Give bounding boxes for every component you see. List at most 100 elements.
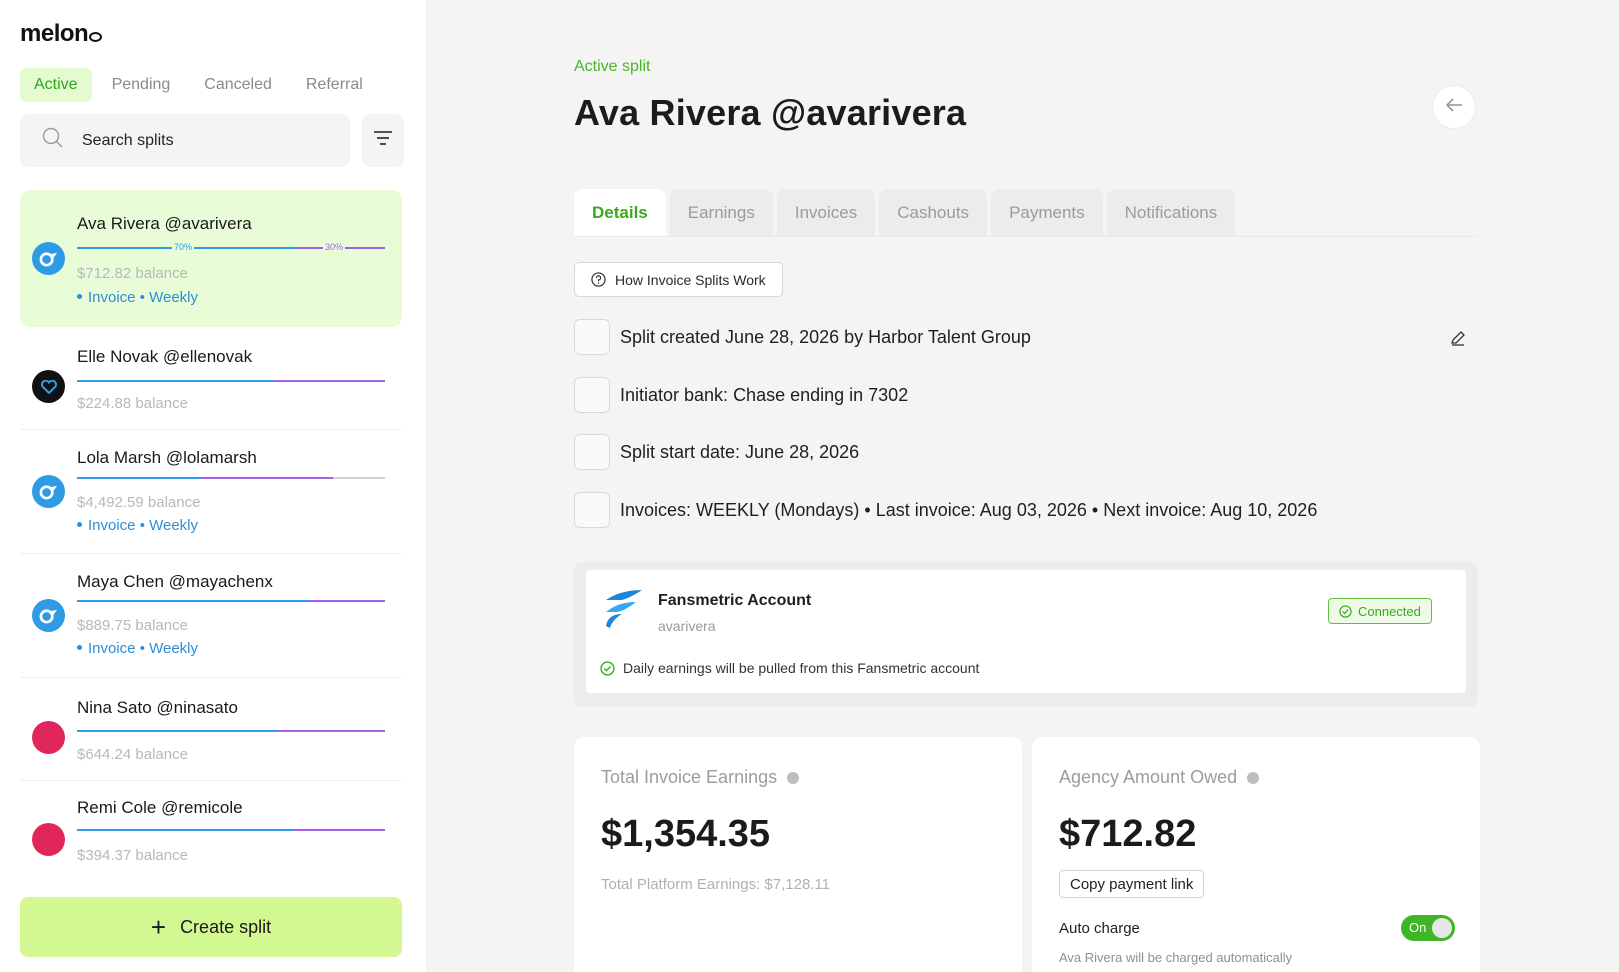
onlyfans-logo-icon <box>39 609 58 624</box>
avatar <box>32 823 65 856</box>
tab-earnings[interactable]: Earnings <box>669 189 773 236</box>
split-name: Elle Novak @ellenovak <box>77 347 253 366</box>
melon-logo[interactable]: melon <box>20 20 103 48</box>
onlyfans-logo-icon <box>39 485 58 500</box>
status-tab-referral[interactable]: Referral <box>292 68 377 102</box>
split-balance: $394.37 balance <box>77 847 188 864</box>
split-progress-bar <box>77 600 385 602</box>
check-circle-icon <box>1339 604 1352 618</box>
edit-icon[interactable] <box>1450 330 1466 351</box>
detail-row-created: Split created June 28, 2026 by Harbor Ta… <box>574 319 1031 355</box>
avatar <box>32 242 65 275</box>
split-card-ava-rivera[interactable]: Ava Rivera @avarivera 70% 30% $712.82 ba… <box>20 190 402 327</box>
search-input[interactable] <box>82 131 322 150</box>
arrow-left-icon <box>1445 97 1463 118</box>
status-tab-pending[interactable]: Pending <box>98 68 185 102</box>
fansmetric-logo-icon <box>600 586 644 635</box>
split-card-maya-chen[interactable]: Maya Chen @mayachenx $889.75 balance Inv… <box>20 554 402 678</box>
tab-invoices[interactable]: Invoices <box>776 189 876 236</box>
split-progress-bar <box>77 829 385 831</box>
status-tabs: Active Pending Canceled Referral <box>20 68 377 102</box>
heart-logo-icon <box>40 379 57 394</box>
tab-details[interactable]: Details <box>574 189 666 236</box>
split-balance: $712.82 balance <box>77 265 188 282</box>
tab-cashouts[interactable]: Cashouts <box>879 189 988 236</box>
auto-charge-toggle[interactable]: On <box>1401 915 1455 941</box>
split-progress-bar <box>77 380 385 382</box>
page-title: Ava Rivera @avarivera <box>574 92 967 133</box>
avatar <box>32 475 65 508</box>
help-circle-icon <box>591 272 606 287</box>
split-balance: $889.75 balance <box>77 617 188 634</box>
stat-label: Total Invoice Earnings <box>601 767 800 788</box>
avatar <box>32 721 65 754</box>
info-icon[interactable] <box>787 771 800 784</box>
fansmetric-account-card: Fansmetric Account avarivera Connected D… <box>586 570 1466 693</box>
split-tags: Invoice • Weekly <box>77 289 198 306</box>
split-card-elle-novak[interactable]: Elle Novak @ellenovak $224.88 balance <box>20 327 402 430</box>
split-name: Ava Rivera @avarivera <box>77 214 252 233</box>
copy-payment-link-button[interactable]: Copy payment link <box>1059 870 1205 898</box>
fansmetric-username: avarivera <box>658 618 716 634</box>
search-box <box>20 114 350 167</box>
stat-value: $712.82 <box>1059 813 1197 855</box>
split-card-remi-cole[interactable]: Remi Cole @remicole $394.37 balance <box>20 781 402 876</box>
main-content: Active split Ava Rivera @avarivera Detai… <box>426 0 1619 972</box>
plus-icon: + <box>150 912 167 942</box>
tab-payments[interactable]: Payments <box>991 189 1103 236</box>
seed-icon <box>89 32 103 42</box>
detail-row-start-date: Split start date: June 28, 2026 <box>574 434 859 470</box>
detail-checkbox[interactable] <box>574 492 610 528</box>
split-progress-bar <box>77 477 385 479</box>
split-balance: $644.24 balance <box>77 746 188 763</box>
split-card-nina-sato[interactable]: Nina Sato @ninasato $644.24 balance <box>20 678 402 781</box>
onlyfans-logo-icon <box>39 252 58 267</box>
info-icon[interactable] <box>1247 771 1260 784</box>
split-progress-bar <box>77 730 385 732</box>
avatar <box>32 599 65 632</box>
split-name: Lola Marsh @lolamarsh <box>77 448 257 467</box>
create-split-button[interactable]: + Create split <box>20 897 402 957</box>
fansmetric-title: Fansmetric Account <box>658 592 812 609</box>
filter-button[interactable] <box>362 114 404 167</box>
detail-row-invoices: Invoices: WEEKLY (Mondays) • Last invoic… <box>574 492 1317 528</box>
auto-charge-label: Auto charge <box>1059 920 1140 937</box>
stat-label: Agency Amount Owed <box>1059 767 1260 788</box>
detail-checkbox[interactable] <box>574 319 610 355</box>
how-invoice-splits-work-button[interactable]: How Invoice Splits Work <box>574 262 783 297</box>
split-name: Maya Chen @mayachenx <box>77 572 273 591</box>
detail-checkbox[interactable] <box>574 434 610 470</box>
split-progress-bar: 70% 30% <box>77 242 385 252</box>
split-status-label: Active split <box>574 58 651 75</box>
split-balance: $224.88 balance <box>77 395 188 412</box>
split-percent-b: 30% <box>323 242 346 252</box>
split-card-lola-marsh[interactable]: Lola Marsh @lolamarsh $4,492.59 balance … <box>20 430 402 554</box>
split-tags: Invoice • Weekly <box>77 640 198 657</box>
avatar <box>32 370 65 403</box>
detail-row-bank: Initiator bank: Chase ending in 7302 <box>574 377 908 413</box>
check-circle-icon <box>600 660 615 676</box>
tab-notifications[interactable]: Notifications <box>1106 189 1236 236</box>
split-balance: $4,492.59 balance <box>77 494 201 511</box>
sidebar: melon Active Pending Canceled Referral A… <box>0 0 426 972</box>
status-tab-canceled[interactable]: Canceled <box>190 68 286 102</box>
filter-icon <box>374 131 392 150</box>
fansmetric-note: Daily earnings will be pulled from this … <box>600 660 979 676</box>
split-percent-a: 70% <box>172 242 195 252</box>
detail-tabs: Details Earnings Invoices Cashouts Payme… <box>574 189 1478 237</box>
fansmetric-section: Fansmetric Account avarivera Connected D… <box>574 562 1478 707</box>
agency-amount-owed-card: Agency Amount Owed $712.82 Copy payment … <box>1032 737 1480 972</box>
detail-checkbox[interactable] <box>574 377 610 413</box>
stat-value: $1,354.35 <box>601 813 771 855</box>
connected-badge: Connected <box>1328 598 1432 624</box>
split-list: Ava Rivera @avarivera 70% 30% $712.82 ba… <box>20 190 402 876</box>
auto-charge-description: Ava Rivera will be charged automatically <box>1059 950 1293 965</box>
search-icon <box>42 127 64 154</box>
split-name: Nina Sato @ninasato <box>77 698 238 717</box>
split-tags: Invoice • Weekly <box>77 517 198 534</box>
split-name: Remi Cole @remicole <box>77 798 243 817</box>
total-platform-earnings: Total Platform Earnings: $7,128.11 <box>601 876 831 893</box>
status-tab-active[interactable]: Active <box>20 68 92 102</box>
total-invoice-earnings-card: Total Invoice Earnings $1,354.35 Total P… <box>574 737 1022 972</box>
back-button[interactable] <box>1432 85 1476 129</box>
